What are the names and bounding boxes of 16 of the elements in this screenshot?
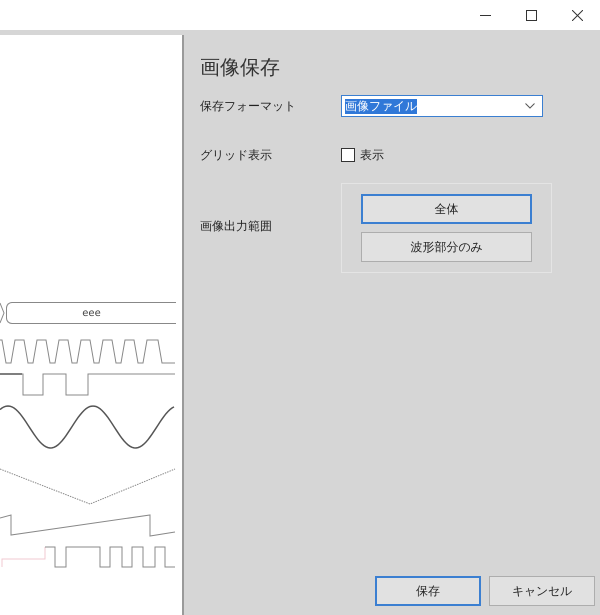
save-button[interactable]: 保存 [375,576,481,606]
cancel-button[interactable]: キャンセル [489,576,595,606]
format-dropdown[interactable]: 画像ファイル [341,95,543,117]
bus-signal-bar: eee [6,302,176,324]
minimize-icon [480,14,490,16]
grid-label: グリッド表示 [200,147,273,164]
output-range-label: 画像出力範囲 [200,218,273,235]
range-option-button[interactable]: 全体 [361,194,532,224]
bus-edge-icon [0,302,6,324]
format-label: 保存フォーマット [200,98,297,115]
dialog-title: 画像保存 [200,54,280,81]
grid-checkbox[interactable]: 表示 [341,146,384,164]
chevron-down-icon [525,103,535,109]
range-option-button[interactable]: 波形部分のみ [361,232,532,262]
close-icon [572,10,582,20]
maximize-icon [526,10,536,20]
